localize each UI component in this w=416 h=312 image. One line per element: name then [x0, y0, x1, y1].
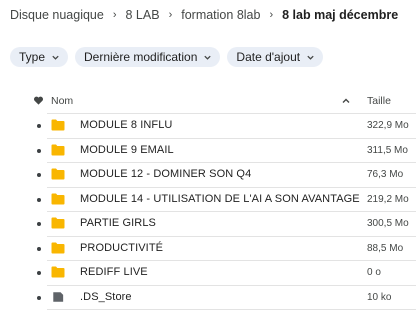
chevron-right-icon: ›	[269, 9, 274, 21]
file-list: MODULE 8 INFLU 322,9 Mo MODULE 9 EMAIL 3…	[0, 113, 416, 311]
breadcrumb: Disque nuagique › 8 LAB › formation 8lab…	[10, 7, 398, 23]
filter-bar: Type Dernière modification Date d'ajout	[10, 47, 324, 67]
file-name: REDIFF LIVE	[80, 266, 148, 278]
breadcrumb-current[interactable]: 8 lab maj décembre	[282, 8, 398, 22]
bullet-dot	[37, 124, 41, 128]
bullet-dot	[37, 197, 41, 202]
file-size: 322,9 Mo	[367, 120, 409, 131]
list-item[interactable]: MODULE 14 - UTILISATION DE L'AI A SON AV…	[0, 188, 416, 213]
breadcrumb-item-formation[interactable]: formation 8lab	[181, 8, 260, 22]
folder-icon	[51, 193, 65, 204]
list-item[interactable]: MODULE 9 EMAIL 311,5 Mo	[0, 139, 416, 164]
chevron-right-icon: ›	[168, 9, 173, 21]
file-size: 300,5 Mo	[367, 218, 409, 229]
chevron-down-icon	[52, 55, 59, 60]
generic-file-icon	[53, 291, 64, 302]
folder-icon	[51, 266, 65, 278]
folder-icon	[51, 144, 65, 155]
bullet-dot	[37, 271, 41, 275]
sort-ascending-icon[interactable]	[341, 96, 351, 106]
bullet-dot	[37, 222, 41, 226]
bullet-dot	[37, 295, 41, 300]
chevron-right-icon: ›	[112, 9, 117, 21]
bullet-dot	[37, 148, 41, 153]
file-size: 0 o	[367, 267, 381, 278]
file-name: MODULE 9 EMAIL	[80, 143, 174, 156]
filter-modified-button[interactable]: Dernière modification	[75, 47, 221, 67]
file-name: PARTIE GIRLS	[80, 217, 156, 229]
list-item[interactable]: .DS_Store 10 ko	[0, 286, 416, 311]
folder-icon	[51, 119, 65, 131]
filter-date-added-button[interactable]: Date d'ajout	[227, 47, 324, 67]
file-name: MODULE 14 - UTILISATION DE L'AI A SON AV…	[80, 192, 360, 205]
file-name: PRODUCTIVITÉ	[80, 241, 164, 254]
filter-type-button[interactable]: Type	[10, 47, 69, 67]
list-item[interactable]: PRODUCTIVITÉ 88,5 Mo	[0, 237, 416, 262]
file-size: 10 ko	[367, 291, 392, 303]
file-name: MODULE 8 INFLU	[80, 119, 173, 131]
column-header-name[interactable]: Nom	[51, 95, 73, 107]
chevron-down-icon	[307, 55, 314, 60]
list-item[interactable]: MODULE 8 INFLU 322,9 Mo	[0, 113, 416, 139]
list-item[interactable]: PARTIE GIRLS 300,5 Mo	[0, 212, 416, 237]
list-item[interactable]: REDIFF LIVE 0 o	[0, 261, 416, 286]
file-size: 219,2 Mo	[367, 193, 409, 205]
file-size: 76,3 Mo	[367, 169, 404, 180]
folder-icon	[51, 242, 65, 253]
breadcrumb-item-8lab[interactable]: 8 LAB	[126, 8, 160, 22]
folder-icon	[51, 168, 65, 180]
list-item[interactable]: MODULE 12 - DOMINER SON Q4 76,3 Mo	[0, 163, 416, 188]
list-header: Nom Taille	[0, 91, 416, 111]
file-size: 88,5 Mo	[367, 242, 404, 254]
file-size: 311,5 Mo	[367, 144, 408, 156]
breadcrumb-item-drive[interactable]: Disque nuagique	[10, 8, 104, 22]
column-header-size[interactable]: Taille	[367, 95, 391, 107]
file-name: MODULE 12 - DOMINER SON Q4	[80, 168, 252, 180]
bullet-dot	[37, 246, 41, 251]
file-name: .DS_Store	[80, 290, 132, 303]
filter-type-label: Type	[19, 50, 46, 64]
filter-date-added-label: Date d'ajout	[236, 50, 301, 64]
bullet-dot	[37, 173, 41, 177]
folder-icon	[51, 217, 65, 229]
filter-modified-label: Dernière modification	[84, 50, 198, 64]
chevron-down-icon	[204, 55, 212, 60]
heart-icon[interactable]	[33, 95, 44, 106]
